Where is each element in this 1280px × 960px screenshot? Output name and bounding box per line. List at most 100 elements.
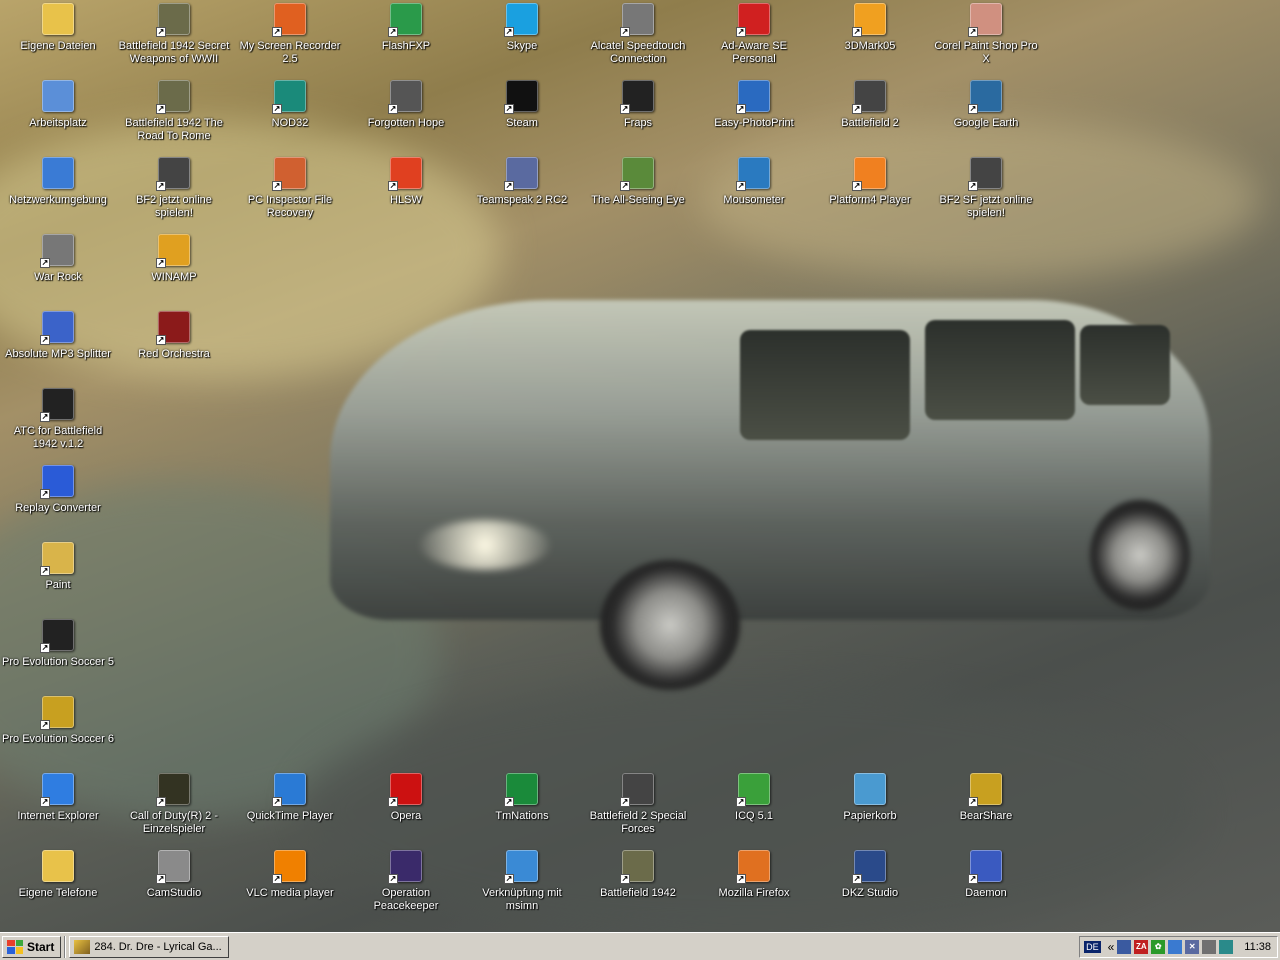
desktop-icon-ad-aware[interactable]: ↗ Ad-Aware SE Personal <box>696 0 812 66</box>
desktop-icon-battlefield[interactable]: ↗ Battlefield 1942 Secret Weapons of WWII <box>116 0 232 66</box>
battlefield2-icon: ↗ <box>968 157 1002 191</box>
desktop-icon-pes5[interactable]: ↗ Pro Evolution Soccer 5 <box>0 616 116 669</box>
windows-logo-icon <box>7 939 23 954</box>
wallpaper-car-window <box>1080 325 1170 405</box>
desktop-icon-dkz-studio[interactable]: ↗ DKZ Studio <box>812 847 928 900</box>
desktop-icon-label: CamStudio <box>146 887 202 899</box>
desktop-icon-label: Battlefield 2 <box>841 117 899 129</box>
desktop-icon-quicktime[interactable]: ↗ QuickTime Player <box>232 770 348 823</box>
paint-shop-pro-icon: ↗ <box>968 3 1002 37</box>
desktop-icon-atc[interactable]: ↗ ATC for Battlefield 1942 v.1.2 <box>0 385 116 451</box>
wallpaper-car-wheel <box>1090 500 1190 610</box>
folder-icon <box>42 3 74 35</box>
volume-icon[interactable] <box>1202 940 1217 954</box>
desktop-icon-label: Eigene Telefone <box>18 887 98 899</box>
desktop-icon-phone-folder[interactable]: Eigene Telefone <box>0 847 116 900</box>
network-tray-icon[interactable] <box>1117 940 1132 954</box>
desktop-icon-platform4[interactable]: ↗ Platform4 Player <box>812 154 928 207</box>
desktop-icon-battlefield2[interactable]: ↗ Battlefield 2 <box>812 77 928 130</box>
desktop-icon-battlefield2[interactable]: ↗ Battlefield 2 Special Forces <box>580 770 696 836</box>
tray-expand-button[interactable]: « <box>1108 940 1115 954</box>
desktop-icon-icq[interactable]: ↗ ICQ 5.1 <box>696 770 812 823</box>
icq-tray-icon[interactable]: ✿ <box>1151 940 1166 954</box>
desktop-icon-war-rock[interactable]: ↗ War Rock <box>0 231 116 284</box>
desktop-icon-replay-converter[interactable]: ↗ Replay Converter <box>0 462 116 515</box>
desktop-icon-label: War Rock <box>34 271 82 283</box>
desktop-icon-screen-recorder[interactable]: ↗ My Screen Recorder 2.5 <box>232 0 348 66</box>
desktop-icon-call-of-duty[interactable]: ↗ Call of Duty(R) 2 - Einzelspieler <box>116 770 232 836</box>
desktop-icon-daemon-tools[interactable]: ↗ Daemon <box>928 847 1044 900</box>
desktop-icon-red-orchestra[interactable]: ↗ Red Orchestra <box>116 308 232 361</box>
zonealarm-icon[interactable]: ZA <box>1134 940 1149 954</box>
desktop-icon-label: FlashFXP <box>381 40 431 52</box>
desktop-icon-label: Battlefield 1942 <box>600 887 676 899</box>
desktop-icon-battlefield2[interactable]: ↗ BF2 jetzt online spielen! <box>116 154 232 220</box>
network-disconnected-icon[interactable]: ✕ <box>1185 940 1200 954</box>
desktop-icon-label: My Screen Recorder 2.5 <box>239 40 341 65</box>
desktop-icon-flashfxp[interactable]: ↗ FlashFXP <box>348 0 464 53</box>
desktop-icon-nod32[interactable]: ↗ NOD32 <box>232 77 348 130</box>
desktop-icon-battlefield[interactable]: ↗ Battlefield 1942 <box>580 847 696 900</box>
desktop-icon-label: ICQ 5.1 <box>735 810 773 822</box>
taskbar-button-winamp[interactable]: 284. Dr. Dre - Lyrical Ga... <box>69 935 230 958</box>
desktop-icon-operation-peacekeeper[interactable]: ↗ Operation Peacekeeper <box>348 847 464 913</box>
quicktime-icon: ↗ <box>272 773 306 807</box>
desktop-icon-label: Opera <box>390 810 422 822</box>
dkz-studio-icon: ↗ <box>852 850 886 884</box>
antivirus-tray-icon[interactable] <box>1219 940 1234 954</box>
desktop-icon-pes6[interactable]: ↗ Pro Evolution Soccer 6 <box>0 693 116 746</box>
start-button[interactable]: Start <box>2 935 62 958</box>
desktop-icon-skype[interactable]: ↗ Skype <box>464 0 580 53</box>
desktop-icon-3dmark[interactable]: ↗ 3DMark05 <box>812 0 928 53</box>
desktop-icon-winamp[interactable]: ↗ WINAMP <box>116 231 232 284</box>
desktop-icon-tmnations[interactable]: ↗ TmNations <box>464 770 580 823</box>
desktop-icon-forgotten-hope[interactable]: ↗ Forgotten Hope <box>348 77 464 130</box>
winamp-icon: ↗ <box>156 234 190 268</box>
desktop-icon-battlefield2[interactable]: ↗ BF2 SF jetzt online spielen! <box>928 154 1044 220</box>
desktop-icon-battlefield[interactable]: ↗ Battlefield 1942 The Road To Rome <box>116 77 232 143</box>
desktop-icon-camstudio[interactable]: ↗ CamStudio <box>116 847 232 900</box>
cursor-tray-icon[interactable] <box>1168 940 1183 954</box>
desktop-icon-label: DKZ Studio <box>841 887 899 899</box>
desktop-icon-steam[interactable]: ↗ Steam <box>464 77 580 130</box>
winamp-icon <box>74 939 91 954</box>
desktop-icon-mp3-splitter[interactable]: ↗ Absolute MP3 Splitter <box>0 308 116 361</box>
desktop-icon-label: BF2 jetzt online spielen! <box>136 194 212 219</box>
desktop-icon-firefox[interactable]: ↗ Mozilla Firefox <box>696 847 812 900</box>
desktop-icon-fraps[interactable]: ↗ Fraps <box>580 77 696 130</box>
desktop-icon-all-seeing-eye[interactable]: ↗ The All-Seeing Eye <box>580 154 696 207</box>
shortcut-arrow-icon: ↗ <box>620 181 630 191</box>
desktop-icon-opera[interactable]: ↗ Opera <box>348 770 464 823</box>
pes6-icon: ↗ <box>40 696 74 730</box>
desktop-icon-paint[interactable]: ↗ Paint <box>0 539 116 592</box>
network-icon <box>42 157 74 189</box>
desktop-icon-google-earth[interactable]: ↗ Google Earth <box>928 77 1044 130</box>
desktop-icon-folder[interactable]: Eigene Dateien <box>0 0 116 53</box>
desktop-icon-recycle-bin[interactable]: Papierkorb <box>812 770 928 823</box>
desktop-icon-internet-explorer[interactable]: ↗ Internet Explorer <box>0 770 116 823</box>
desktop-icon-network[interactable]: Netzwerkumgebung <box>0 154 116 207</box>
desktop-icon-computer[interactable]: Arbeitsplatz <box>0 77 116 130</box>
computer-icon <box>42 80 74 112</box>
desktop-icon-label: WINAMP <box>151 271 197 283</box>
desktop-icon-file-recovery[interactable]: ↗ PC Inspector File Recovery <box>232 154 348 220</box>
desktop-icon-paint-shop-pro[interactable]: ↗ Corel Paint Shop Pro X <box>928 0 1044 66</box>
desktop-icon-bearshare[interactable]: ↗ BearShare <box>928 770 1044 823</box>
recycle-bin-icon <box>854 773 886 805</box>
desktop-icon-mousometer[interactable]: ↗ Mousometer <box>696 154 812 207</box>
shortcut-arrow-icon: ↗ <box>156 797 166 807</box>
shortcut-arrow-icon: ↗ <box>40 412 50 422</box>
desktop-icon-teamspeak[interactable]: ↗ Teamspeak 2 RC2 <box>464 154 580 207</box>
desktop-icon-hlsw[interactable]: ↗ HLSW <box>348 154 464 207</box>
shortcut-arrow-icon: ↗ <box>736 181 746 191</box>
alcatel-icon: ↗ <box>620 3 654 37</box>
wallpaper-car-window <box>925 320 1075 420</box>
clock[interactable]: 11:38 <box>1244 941 1271 953</box>
desktop-icon-vlc[interactable]: ↗ VLC media player <box>232 847 348 900</box>
desktop-icon-outlook-express[interactable]: ↗ Verknüpfung mit msimn <box>464 847 580 913</box>
desktop-icon-label: Eigene Dateien <box>20 40 96 52</box>
language-indicator[interactable]: DE <box>1084 941 1101 953</box>
desktop-icon-photoprint[interactable]: ↗ Easy-PhotoPrint <box>696 77 812 130</box>
shortcut-arrow-icon: ↗ <box>504 104 514 114</box>
desktop-icon-alcatel[interactable]: ↗ Alcatel Speedtouch Connection <box>580 0 696 66</box>
